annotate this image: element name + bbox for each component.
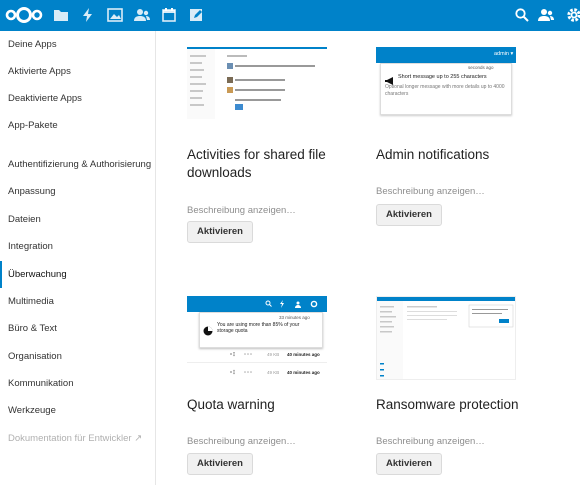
enable-button-activities[interactable]: Aktivieren — [187, 221, 253, 243]
preview-row2-size: 49 KB — [267, 370, 280, 375]
app-description-toggle-admin-notifications[interactable]: Beschreibung anzeigen… — [376, 186, 485, 197]
sidebar-item-enabled-apps[interactable]: Aktivierte Apps — [0, 58, 155, 85]
preview-row2-time: 40 minutes ago — [287, 370, 320, 375]
sidebar-item-authentication[interactable]: Authentifizierung & Authorisierung — [0, 151, 155, 178]
app-description-toggle-quota-warning[interactable]: Beschreibung anzeigen… — [187, 436, 296, 447]
enable-button-quota-warning[interactable]: Aktivieren — [187, 453, 253, 475]
top-navigation-bar — [0, 0, 580, 31]
sidebar-item-developer-docs[interactable]: Dokumentation für Entwickler ↗ — [0, 425, 155, 452]
sidebar-item-tools[interactable]: Werkzeuge — [0, 397, 155, 424]
app-screenshot-quota-warning: 33 minutes ago You are using more than 8… — [187, 296, 327, 380]
activity-icon[interactable] — [80, 7, 96, 23]
app-description-toggle-activities[interactable]: Beschreibung anzeigen… — [187, 205, 296, 216]
settings-icon[interactable] — [566, 7, 580, 23]
app-title-activities: Activities for shared file downloads — [187, 147, 326, 180]
preview-user-menu: admin ▾ — [494, 51, 514, 57]
contacts-menu-icon[interactable] — [538, 7, 554, 23]
sidebar-item-office-text[interactable]: Büro & Text — [0, 315, 155, 342]
sidebar-item-organization[interactable]: Organisation — [0, 343, 155, 370]
sidebar-item-app-bundles[interactable]: App-Pakete — [0, 112, 155, 139]
gallery-icon[interactable] — [107, 7, 123, 23]
preview-time: seconds ago — [468, 65, 494, 70]
files-icon[interactable] — [53, 7, 69, 23]
search-icon[interactable] — [514, 7, 530, 23]
sidebar-item-customization[interactable]: Anpassung — [0, 178, 155, 205]
preview-row1-time: 40 minutes ago — [287, 352, 320, 357]
preview-detail: Optional longer message with more detail… — [385, 84, 505, 97]
app-title-quota-warning: Quota warning — [187, 397, 275, 412]
app-screenshot-ransomware-protection — [376, 296, 516, 380]
app-title-admin-notifications: Admin notifications — [376, 147, 490, 162]
notes-icon[interactable] — [188, 7, 204, 23]
enable-button-ransomware-protection[interactable]: Aktivieren — [376, 453, 442, 475]
sidebar-item-integration[interactable]: Integration — [0, 233, 155, 260]
sidebar-item-your-apps[interactable]: Deine Apps — [0, 31, 155, 58]
app-screenshot-admin-notifications: admin ▾ seconds ago Short message up to … — [376, 47, 516, 119]
sidebar-item-multimedia[interactable]: Multimedia — [0, 288, 155, 315]
preview-message: You are using more than 85% of your stor… — [217, 322, 300, 334]
app-title-ransomware-protection: Ransomware protection — [376, 397, 519, 412]
sidebar-item-communication[interactable]: Kommunikation — [0, 370, 155, 397]
app-description-toggle-ransomware-protection[interactable]: Beschreibung anzeigen… — [376, 436, 485, 447]
app-screenshot-activities — [187, 47, 327, 119]
nextcloud-logo-icon[interactable] — [5, 6, 43, 24]
app-categories-sidebar: Deine Apps Aktivierte Apps Deaktivierte … — [0, 31, 156, 485]
enable-button-admin-notifications[interactable]: Aktivieren — [376, 204, 442, 226]
megaphone-icon — [385, 72, 395, 85]
preview-time: 33 minutes ago — [279, 315, 310, 320]
calendar-icon[interactable] — [161, 7, 177, 23]
sidebar-item-monitoring[interactable]: Überwachung — [0, 261, 155, 288]
pie-chart-icon — [203, 323, 213, 336]
contacts-icon[interactable] — [134, 7, 150, 23]
preview-row1-size: 49 KB — [267, 352, 280, 357]
preview-message: Short message up to 255 characters — [398, 74, 487, 80]
sidebar-item-disabled-apps[interactable]: Deaktivierte Apps — [0, 85, 155, 112]
sidebar-item-files[interactable]: Dateien — [0, 206, 155, 233]
